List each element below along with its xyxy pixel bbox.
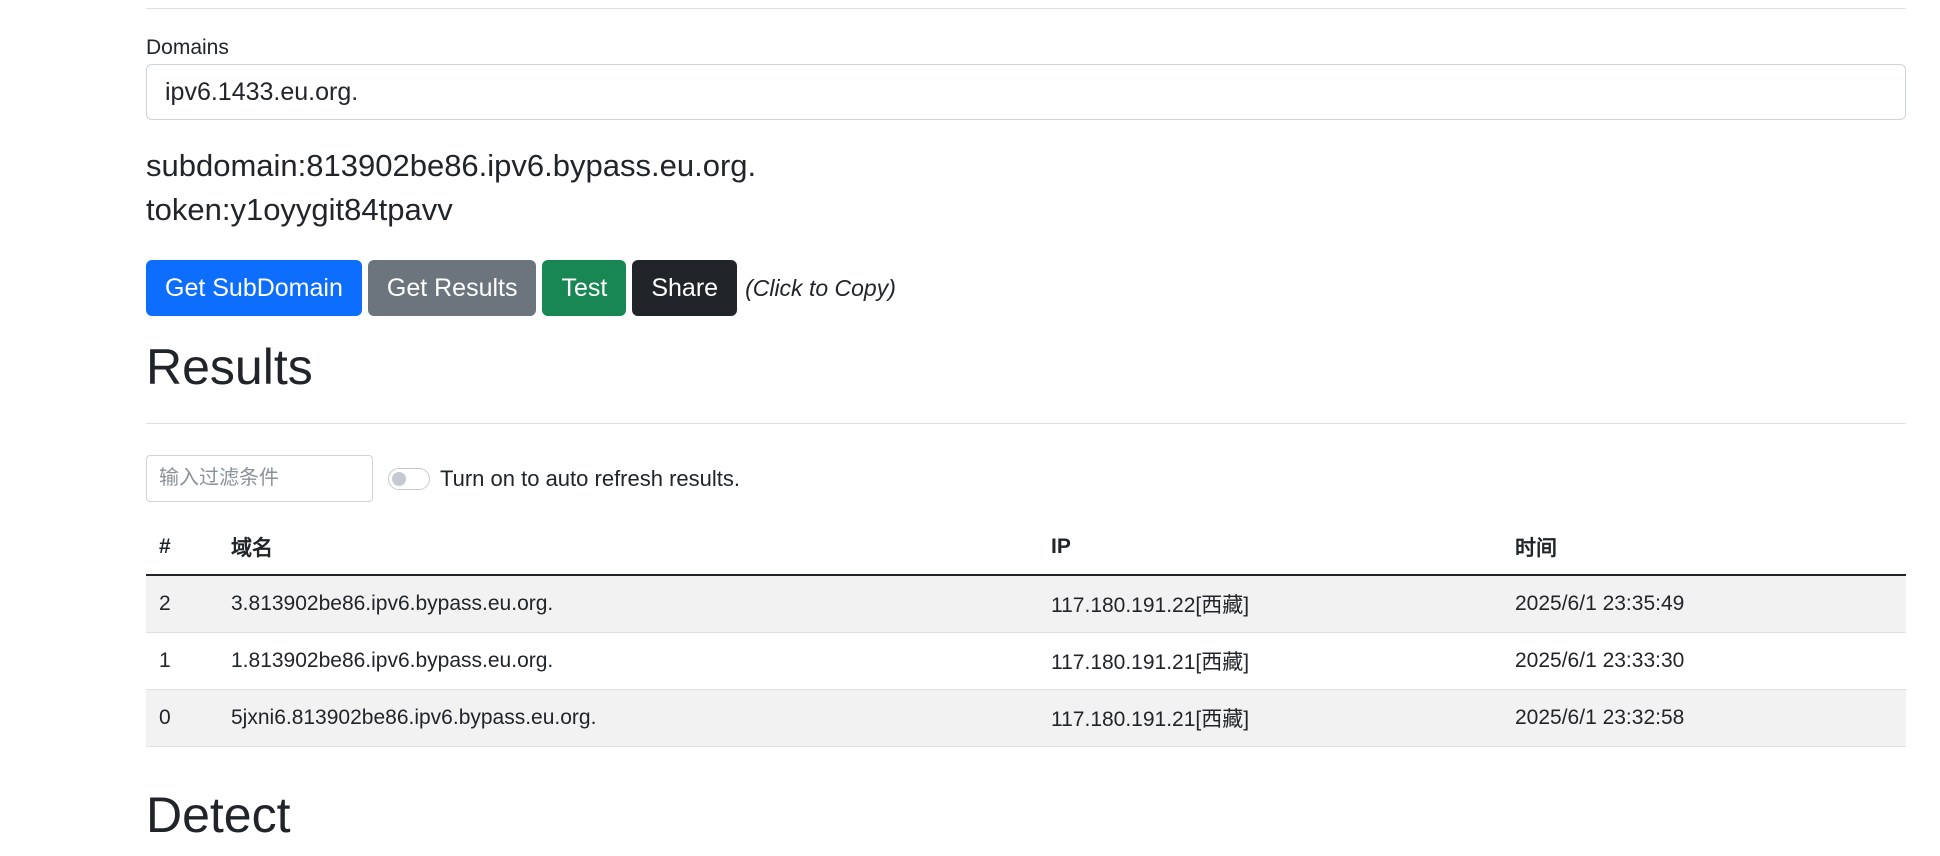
auto-refresh-label: Turn on to auto refresh results. bbox=[440, 465, 740, 491]
cell-time: 2025/6/1 23:33:30 bbox=[1502, 632, 1906, 690]
test-button[interactable]: Test bbox=[542, 260, 627, 316]
toggle-knob bbox=[392, 471, 406, 486]
cell-time: 2025/6/1 23:32:58 bbox=[1502, 689, 1906, 747]
page: Domains subdomain:813902be86.ipv6.bypass… bbox=[0, 0, 1940, 856]
table-row: 0 5jxni6.813902be86.ipv6.bypass.eu.org. … bbox=[146, 689, 1906, 747]
column-header-index: # bbox=[146, 520, 218, 576]
share-button[interactable]: Share bbox=[632, 260, 738, 316]
column-header-domain: 域名 bbox=[218, 520, 1038, 576]
cell-ip: 117.180.191.21[西藏] bbox=[1038, 689, 1502, 747]
filter-row: Turn on to auto refresh results. bbox=[146, 455, 740, 502]
copy-hint: (Click to Copy) bbox=[745, 274, 896, 301]
subdomain-text: subdomain:813902be86.ipv6.bypass.eu.org. bbox=[146, 148, 757, 183]
domains-label: Domains bbox=[146, 36, 229, 59]
detect-heading: Detect bbox=[146, 787, 291, 843]
cell-index: 2 bbox=[146, 575, 218, 633]
results-table: # 域名 IP 时间 2 3.813902be86.ipv6.bypass.eu… bbox=[146, 520, 1906, 747]
cell-index: 1 bbox=[146, 632, 218, 690]
auto-refresh-toggle[interactable] bbox=[388, 467, 430, 490]
table-row: 1 1.813902be86.ipv6.bypass.eu.org. 117.1… bbox=[146, 632, 1906, 690]
cell-domain: 1.813902be86.ipv6.bypass.eu.org. bbox=[218, 632, 1038, 690]
column-header-time: 时间 bbox=[1502, 520, 1906, 576]
get-subdomain-button[interactable]: Get SubDomain bbox=[146, 260, 362, 316]
results-divider bbox=[146, 423, 1906, 424]
filter-input[interactable] bbox=[146, 455, 373, 502]
cell-ip: 117.180.191.21[西藏] bbox=[1038, 632, 1502, 690]
table-row: 2 3.813902be86.ipv6.bypass.eu.org. 117.1… bbox=[146, 575, 1906, 633]
cell-domain: 5jxni6.813902be86.ipv6.bypass.eu.org. bbox=[218, 689, 1038, 747]
cell-domain: 3.813902be86.ipv6.bypass.eu.org. bbox=[218, 575, 1038, 633]
domains-input[interactable] bbox=[146, 64, 1906, 120]
column-header-ip: IP bbox=[1038, 520, 1502, 576]
action-buttons: Get SubDomain Get Results Test Share (Cl… bbox=[146, 260, 896, 316]
get-results-button[interactable]: Get Results bbox=[367, 260, 537, 316]
top-divider bbox=[146, 8, 1906, 9]
cell-index: 0 bbox=[146, 689, 218, 747]
results-heading: Results bbox=[146, 339, 313, 395]
cell-ip: 117.180.191.22[西藏] bbox=[1038, 575, 1502, 633]
table-header-row: # 域名 IP 时间 bbox=[146, 520, 1906, 576]
cell-time: 2025/6/1 23:35:49 bbox=[1502, 575, 1906, 633]
token-text: token:y1oyygit84tpavv bbox=[146, 192, 453, 227]
